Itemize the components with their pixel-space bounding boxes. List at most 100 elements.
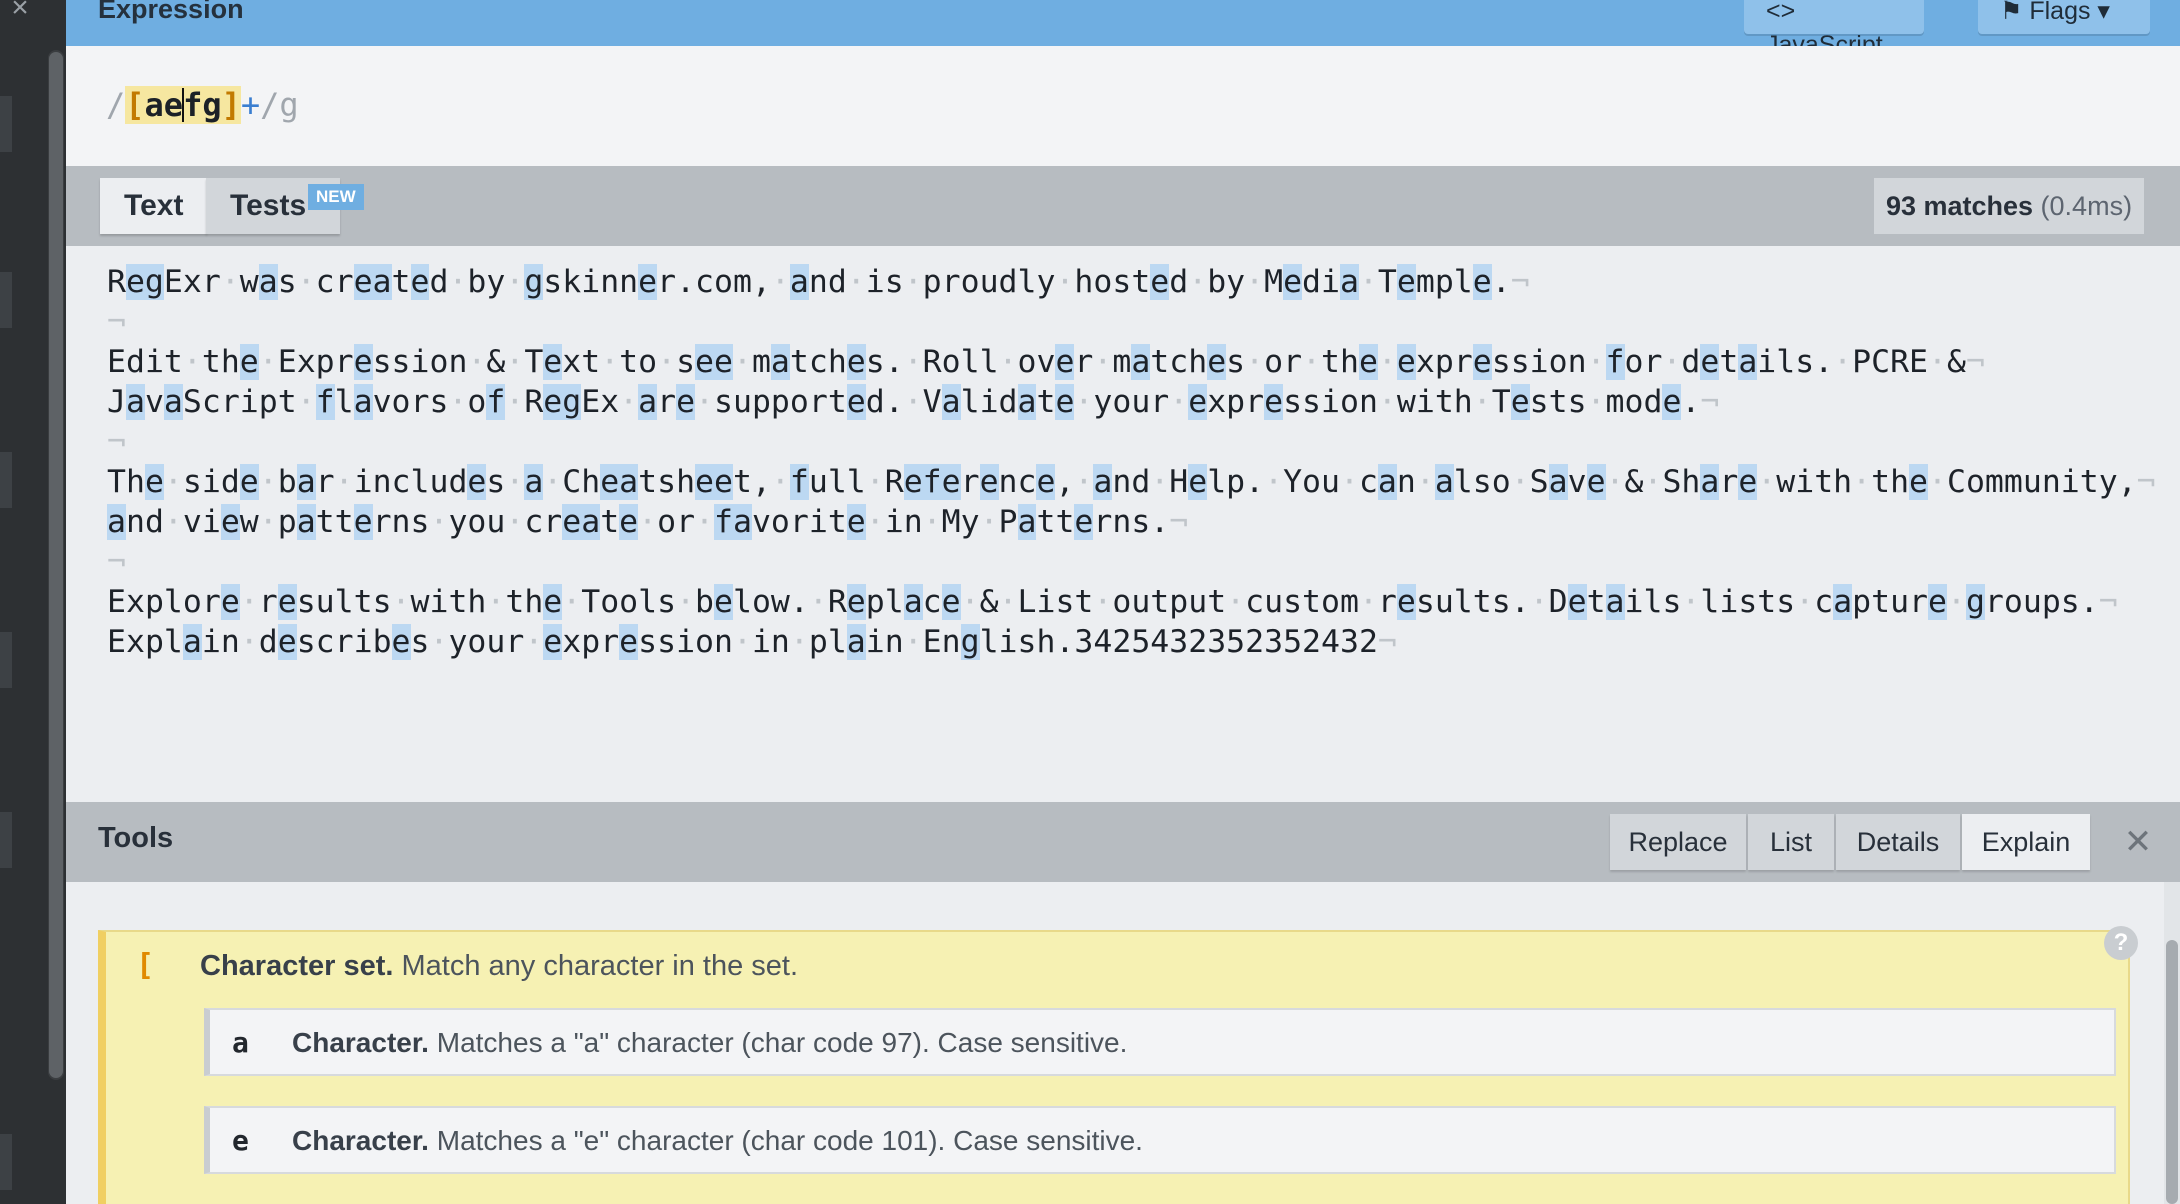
match-highlight[interactable]: a — [770, 344, 790, 380]
tool-tab-list[interactable]: List — [1748, 814, 1834, 870]
match-highlight[interactable]: e — [1472, 344, 1492, 380]
match-highlight[interactable]: e — [239, 464, 259, 500]
match-highlight[interactable]: e — [1928, 584, 1947, 620]
text-line[interactable]: Explore·results·with·the·Tools·below.·Re… — [107, 582, 2118, 622]
match-highlight[interactable]: e — [391, 624, 411, 660]
match-highlight[interactable]: e — [1738, 464, 1758, 500]
text-line[interactable]: JavaScript·flavors·of·RegEx·are·supporte… — [107, 382, 1719, 422]
match-highlight[interactable]: e — [1662, 384, 1682, 420]
match-highlight[interactable]: e — [1264, 384, 1284, 420]
match-highlight[interactable]: ea — [600, 464, 639, 500]
match-highlight[interactable]: a — [1377, 464, 1397, 500]
match-highlight[interactable]: a — [941, 384, 961, 420]
close-icon[interactable]: × — [4, 0, 36, 24]
match-highlight[interactable]: e — [1472, 264, 1492, 300]
match-highlight[interactable]: e — [220, 504, 240, 540]
match-highlight[interactable]: a — [258, 264, 278, 300]
sidebar-scrollbar-thumb[interactable] — [49, 52, 63, 1078]
match-highlight[interactable]: a — [1131, 344, 1151, 380]
match-highlight[interactable]: e — [239, 344, 259, 380]
match-highlight[interactable]: e — [846, 384, 866, 420]
match-highlight[interactable]: e — [144, 464, 164, 500]
match-highlight[interactable]: e — [277, 584, 297, 620]
expression-editor[interactable]: /[aefg]+/g — [66, 46, 2180, 166]
match-highlight[interactable]: e — [353, 344, 373, 380]
match-highlight[interactable]: f — [1605, 344, 1625, 380]
match-highlight[interactable]: e — [1396, 264, 1416, 300]
match-highlight[interactable]: a — [296, 504, 316, 540]
explain-charset-block[interactable]: [ Character set. Match any character in … — [98, 930, 2130, 1204]
match-highlight[interactable]: a — [638, 384, 658, 420]
match-highlight[interactable]: a — [1339, 264, 1359, 300]
match-highlight[interactable]: a — [125, 384, 145, 420]
quantifier-token[interactable]: + — [241, 86, 260, 124]
match-highlight[interactable]: g — [960, 624, 980, 660]
match-highlight[interactable]: e — [543, 344, 563, 380]
match-highlight[interactable]: a — [1093, 464, 1113, 500]
text-line[interactable]: and·view·patterns·you·create·or·favorite… — [107, 502, 1188, 542]
text-line[interactable]: The·side·bar·includes·a·Cheatsheet,·full… — [107, 462, 2156, 502]
match-highlight[interactable]: e — [676, 384, 696, 420]
close-icon[interactable]: ✕ — [2118, 822, 2158, 862]
match-highlight[interactable]: e — [1150, 264, 1170, 300]
match-highlight[interactable]: e — [1188, 384, 1208, 420]
text-line[interactable]: Explain·describes·your·expression·in·pla… — [107, 622, 1397, 662]
match-highlight[interactable]: e — [846, 584, 866, 620]
match-highlight[interactable]: e — [979, 464, 999, 500]
match-highlight[interactable]: a — [1017, 384, 1037, 420]
match-highlight[interactable]: e — [1358, 344, 1378, 380]
match-highlight[interactable]: a — [1548, 464, 1568, 500]
match-highlight[interactable]: a — [1738, 344, 1758, 380]
match-highlight[interactable]: a — [524, 464, 544, 500]
match-highlight[interactable]: a — [789, 264, 809, 300]
explain-char-row[interactable]: a Character. Matches a "a" character (ch… — [204, 1008, 2116, 1076]
match-highlight[interactable]: e — [353, 504, 373, 540]
flags-dropdown-button[interactable]: ⚑ Flags ▾ — [1978, 0, 2150, 34]
match-highlight[interactable]: e — [1700, 344, 1720, 380]
match-highlight[interactable]: e — [1586, 464, 1606, 500]
match-highlight[interactable]: e — [1055, 384, 1075, 420]
match-highlight[interactable]: e — [1188, 464, 1208, 500]
match-highlight[interactable]: efe — [903, 464, 961, 500]
match-highlight[interactable]: e — [638, 264, 658, 300]
match-highlight[interactable]: a — [1700, 464, 1720, 500]
match-highlight[interactable]: e — [1055, 344, 1075, 380]
text-line[interactable]: RegExr·was·created·by·gskinner.com,·and·… — [107, 262, 1530, 302]
match-highlight[interactable]: e — [941, 584, 961, 620]
match-highlight[interactable]: ee — [695, 344, 733, 380]
match-highlight[interactable]: fa — [714, 504, 752, 540]
expression-input[interactable]: /[aefg]+/g — [106, 86, 299, 124]
text-line[interactable]: ¬ — [107, 302, 126, 342]
match-highlight[interactable]: e — [277, 624, 297, 660]
match-highlight[interactable]: f — [315, 384, 335, 420]
match-highlight[interactable]: e — [410, 264, 430, 300]
tool-tab-replace[interactable]: Replace — [1610, 814, 1746, 870]
match-highlight[interactable]: g — [1965, 584, 1985, 620]
match-highlight[interactable]: e — [846, 344, 866, 380]
match-highlight[interactable]: e — [1510, 384, 1530, 420]
tool-tab-details[interactable]: Details — [1836, 814, 1960, 870]
match-highlight[interactable]: a — [1434, 464, 1454, 500]
language-dropdown-button[interactable]: <> JavaScript ▾ — [1744, 0, 1924, 93]
match-highlight[interactable]: e — [846, 504, 866, 540]
match-highlight[interactable]: a — [846, 624, 866, 660]
flags-token[interactable]: g — [279, 86, 298, 124]
match-highlight[interactable]: e — [467, 464, 487, 500]
match-highlight[interactable]: e — [1036, 464, 1056, 500]
match-highlight[interactable]: e — [714, 584, 733, 620]
match-highlight[interactable]: e — [543, 584, 563, 620]
match-highlight[interactable]: a — [903, 584, 923, 620]
explain-scrollbar-thumb[interactable] — [2166, 940, 2178, 1204]
explain-char-row[interactable]: e Character. Matches a "e" character (ch… — [204, 1106, 2116, 1174]
match-highlight[interactable]: e — [1396, 344, 1416, 380]
text-editor[interactable]: RegExr·was·created·by·gskinner.com,·and·… — [66, 246, 2180, 802]
match-highlight[interactable]: e — [619, 624, 639, 660]
match-highlight[interactable]: e — [543, 624, 563, 660]
match-highlight[interactable]: a — [296, 464, 316, 500]
match-highlight[interactable]: e — [220, 584, 240, 620]
text-line[interactable]: ¬ — [107, 542, 126, 582]
match-highlight[interactable]: a — [1605, 584, 1625, 620]
match-highlight[interactable]: a — [107, 504, 126, 540]
tool-tab-explain[interactable]: Explain — [1962, 814, 2090, 870]
match-highlight[interactable]: eg — [543, 384, 582, 420]
